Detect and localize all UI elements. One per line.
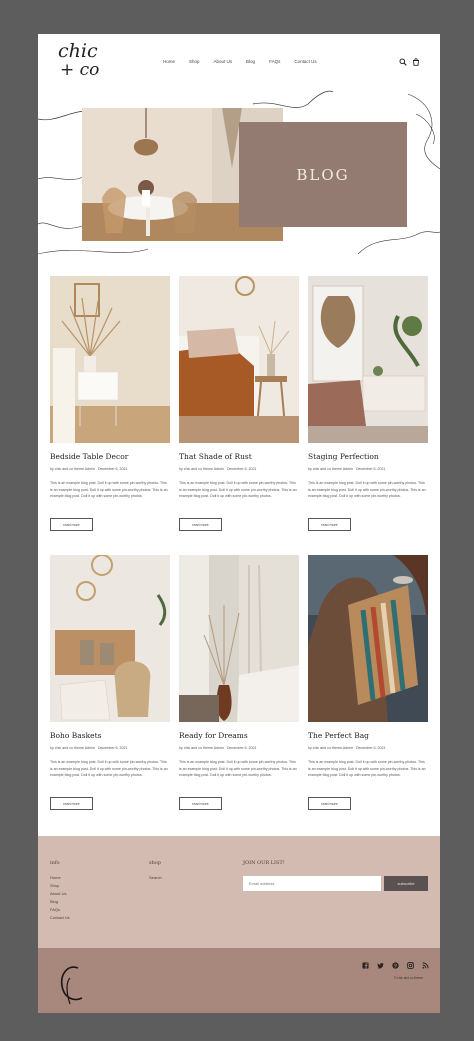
nav-faqs[interactable]: FAQs [269, 59, 280, 64]
read-more-button[interactable]: read more [308, 797, 351, 810]
read-more-button[interactable]: read more [308, 518, 351, 531]
blog-title: BLOG [296, 165, 350, 184]
footer-link-faqs[interactable]: FAQs [50, 907, 60, 912]
post-date: December 6, 2021 [226, 467, 257, 471]
nav-contact-us[interactable]: Contact Us [294, 59, 316, 64]
search-icon[interactable] [399, 58, 407, 66]
post-meta: by chic and co theme Admin December 6, 2… [179, 746, 257, 750]
post-author: by chic and co theme Admin [179, 467, 224, 471]
post-image[interactable] [308, 276, 428, 443]
post-meta: by chic and co theme Admin December 6, 2… [50, 746, 128, 750]
post-date: December 6, 2021 [226, 746, 257, 750]
instagram-icon[interactable] [407, 962, 414, 969]
post-title[interactable]: Staging Perfection [308, 452, 379, 461]
post-title[interactable]: Boho Baskets [50, 731, 101, 740]
post-author: by chic and co theme Admin [308, 467, 353, 471]
email-input[interactable]: Email address [243, 876, 381, 891]
footer-info-heading: info [50, 860, 60, 866]
blog-title-box: BLOG [239, 122, 407, 227]
footer-link-contact-us[interactable]: Contact Us [50, 915, 70, 920]
blog-post-card[interactable]: Ready for Dreams by chic and co theme Ad… [179, 555, 299, 810]
logo-line-2: + co [60, 60, 100, 80]
read-more-button[interactable]: read more [179, 797, 222, 810]
footer-link-home[interactable]: Home [50, 875, 61, 880]
footer-link-search[interactable]: Search [149, 875, 162, 880]
post-excerpt: This is an example blog post. Doll it up… [308, 760, 426, 777]
blog-post-card[interactable]: The Perfect Bag by chic and co theme Adm… [308, 555, 428, 810]
post-image[interactable] [179, 555, 299, 722]
post-title[interactable]: Ready for Dreams [179, 731, 248, 740]
footer-link-shop[interactable]: Shop [50, 883, 59, 888]
blog-post-card[interactable]: Bedside Table Decor by chic and co theme… [50, 276, 170, 531]
post-date: December 6, 2021 [355, 467, 386, 471]
post-author: by chic and co theme Admin [50, 746, 95, 750]
cart-icon[interactable] [412, 58, 420, 66]
post-image[interactable] [50, 276, 170, 443]
post-excerpt: This is an example blog post. Doll it up… [179, 760, 297, 777]
post-excerpt: This is an example blog post. Doll it up… [179, 481, 297, 498]
blog-post-card[interactable]: That Shade of Rust by chic and co theme … [179, 276, 299, 531]
copyright-text: © chic and co theme [394, 976, 424, 980]
nav-about-us[interactable]: About Us [214, 59, 233, 64]
blog-post-card[interactable]: Staging Perfection by chic and co theme … [308, 276, 428, 531]
post-date: December 6, 2021 [355, 746, 386, 750]
post-title[interactable]: That Shade of Rust [179, 452, 252, 461]
footer-shop-heading: shop [149, 860, 161, 866]
post-image[interactable] [179, 276, 299, 443]
post-excerpt: This is an example blog post. Doll it up… [50, 481, 168, 498]
post-date: December 6, 2021 [97, 746, 128, 750]
newsletter-heading: JOIN OUR LIST! [243, 860, 285, 866]
post-author: by chic and co theme Admin [308, 746, 353, 750]
post-date: December 6, 2021 [97, 467, 128, 471]
post-title[interactable]: The Perfect Bag [308, 731, 369, 740]
post-image[interactable] [50, 555, 170, 722]
read-more-button[interactable]: read more [50, 797, 93, 810]
blog-post-card[interactable]: Boho Baskets by chic and co theme Admin … [50, 555, 170, 810]
nav-shop[interactable]: Shop [189, 59, 200, 64]
post-author: by chic and co theme Admin [50, 467, 95, 471]
logo-line-1: chic [58, 40, 98, 62]
pinterest-icon[interactable] [392, 962, 399, 969]
page: chic + co Home Shop About Us Blog FAQs C… [38, 34, 440, 1013]
post-excerpt: This is an example blog post. Doll it up… [50, 760, 168, 777]
post-meta: by chic and co theme Admin December 6, 2… [308, 746, 386, 750]
footer-link-blog[interactable]: Blog [50, 899, 58, 904]
footer-top: info Home Shop About Us Blog FAQs Contac… [38, 836, 440, 948]
twitter-icon[interactable] [377, 962, 384, 969]
main-nav: Home Shop About Us Blog FAQs Contact Us [163, 59, 331, 64]
post-meta: by chic and co theme Admin December 6, 2… [179, 467, 257, 471]
post-image[interactable] [308, 555, 428, 722]
read-more-button[interactable]: read more [179, 518, 222, 531]
footer-link-about-us[interactable]: About Us [50, 891, 66, 896]
read-more-button[interactable]: read more [50, 518, 93, 531]
footer-logo-mark-icon [60, 966, 83, 1005]
post-author: by chic and co theme Admin [179, 746, 224, 750]
post-meta: by chic and co theme Admin December 6, 2… [50, 467, 128, 471]
nav-home[interactable]: Home [163, 59, 175, 64]
facebook-icon[interactable] [362, 962, 369, 969]
rss-icon[interactable] [422, 962, 429, 969]
footer-bottom: © chic and co theme [38, 948, 440, 1013]
post-excerpt: This is an example blog post. Doll it up… [308, 481, 426, 498]
nav-blog[interactable]: Blog [246, 59, 255, 64]
post-title[interactable]: Bedside Table Decor [50, 452, 128, 461]
logo[interactable]: chic + co [56, 42, 102, 86]
subscribe-button[interactable]: subscribe [384, 876, 428, 891]
post-meta: by chic and co theme Admin December 6, 2… [308, 467, 386, 471]
